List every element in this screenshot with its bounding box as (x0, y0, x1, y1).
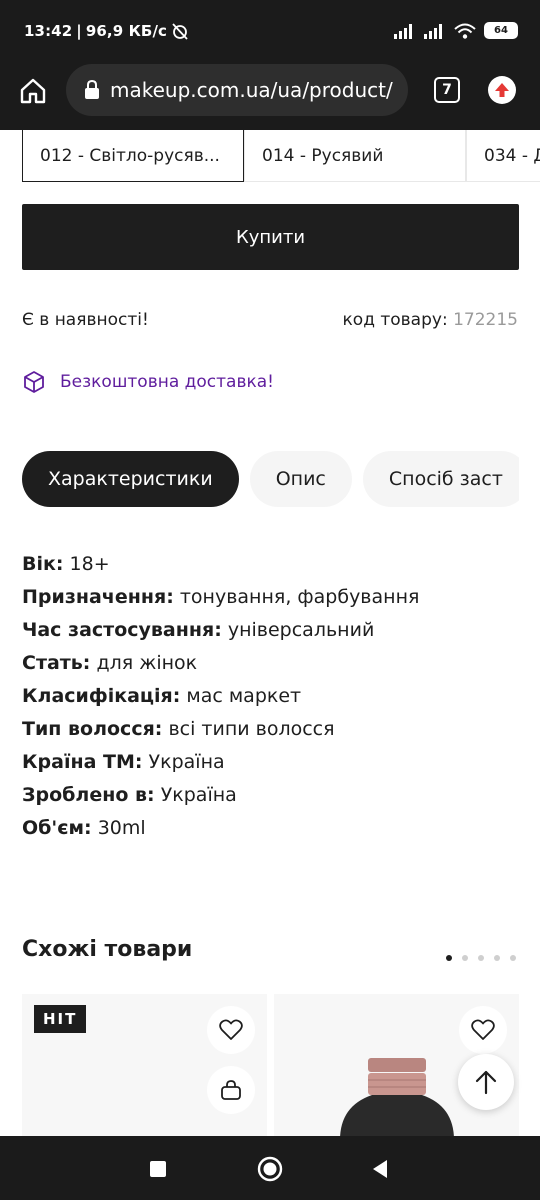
triangle-back-icon (373, 1160, 387, 1178)
characteristic-row: Зроблено в: Україна (22, 779, 419, 812)
carousel-dot[interactable] (494, 955, 500, 961)
characteristic-row: Вік: 18+ (22, 548, 419, 581)
characteristic-value: мас маркет (186, 685, 302, 707)
tab-usage[interactable]: Спосіб заст (362, 451, 519, 507)
characteristic-row: Час застосування: універсальний (22, 614, 419, 647)
box-icon (24, 371, 44, 393)
home-icon (20, 78, 46, 104)
characteristic-value: Україна (160, 784, 237, 806)
characteristic-key: Тип волосся: (22, 718, 163, 740)
characteristic-value: універсальний (227, 619, 375, 641)
characteristic-key: Час застосування: (22, 619, 222, 641)
shade-option[interactable]: 034 - Д (466, 130, 540, 182)
characteristic-key: Призначення: (22, 586, 174, 608)
add-to-cart-button[interactable] (207, 1066, 255, 1114)
hit-badge: HIT (34, 1005, 87, 1033)
carousel-pagination (446, 955, 516, 961)
shade-option[interactable]: 012 - Світло-русяв... (22, 130, 244, 182)
wifi-icon (454, 23, 476, 39)
tab-characteristics[interactable]: Характеристики (22, 451, 239, 507)
lock-icon (85, 80, 99, 99)
free-delivery-link[interactable]: Безкоштовна доставка! (22, 370, 274, 394)
square-icon (150, 1161, 166, 1177)
characteristic-value: для жінок (96, 652, 198, 674)
arrow-up-icon (495, 83, 509, 97)
update-button[interactable] (488, 76, 516, 104)
characteristic-row: Тип волосся: всі типи волосся (22, 713, 419, 746)
shade-selector: 012 - Світло-русяв... 014 - Русявий 034 … (22, 130, 540, 182)
characteristic-row: Призначення: тонування, фарбування (22, 581, 419, 614)
product-card[interactable]: HIT (22, 994, 267, 1140)
signal-icon (424, 23, 442, 39)
browser-toolbar: makeup.com.ua/ua/product/ 7 (0, 64, 540, 130)
carousel-dot[interactable] (462, 955, 468, 961)
recent-apps-button[interactable] (145, 1156, 171, 1182)
shopping-bag-icon (221, 1080, 241, 1100)
characteristic-row: Країна ТМ: Україна (22, 746, 419, 779)
characteristic-key: Зроблено в: (22, 784, 155, 806)
circle-icon (257, 1156, 283, 1182)
status-network-speed: 96,9 КБ/с (85, 22, 168, 40)
arrow-up-icon (475, 1070, 497, 1095)
characteristic-value: тонування, фарбування (179, 586, 420, 608)
battery-icon: 64 (484, 22, 518, 39)
characteristic-row: Об'єм: 30ml (22, 812, 419, 845)
characteristic-row: Класифікація: мас маркет (22, 680, 419, 713)
wishlist-button[interactable] (207, 1006, 255, 1054)
carousel-dot[interactable] (478, 955, 484, 961)
characteristic-value: Україна (148, 751, 225, 773)
carousel-dot[interactable] (510, 955, 516, 961)
product-code-value: 172215 (453, 310, 518, 330)
home-button[interactable] (18, 76, 48, 106)
characteristic-key: Об'єм: (22, 817, 92, 839)
url-text: makeup.com.ua/ua/product/ (110, 78, 393, 102)
heart-icon (219, 1019, 243, 1040)
shade-option[interactable]: 014 - Русявий (244, 130, 466, 182)
address-bar[interactable]: makeup.com.ua/ua/product/ (66, 64, 408, 116)
product-code-label: код товару: (342, 310, 448, 330)
characteristic-value: 18+ (69, 553, 110, 575)
scroll-to-top-button[interactable] (458, 1054, 514, 1110)
characteristic-row: Стать: для жінок (22, 647, 419, 680)
home-nav-button[interactable] (257, 1156, 283, 1182)
back-button[interactable] (367, 1156, 393, 1182)
characteristics-list: Вік: 18+ Призначення: тонування, фарбува… (22, 548, 419, 845)
tab-description[interactable]: Опис (249, 451, 352, 507)
system-navigation-bar (0, 1136, 540, 1200)
characteristic-key: Стать: (22, 652, 91, 674)
similar-products-title: Схожі товари (22, 937, 193, 962)
status-bar: 13:42 | 96,9 КБ/с 64 (0, 0, 540, 64)
info-tabs: Характеристики Опис Спосіб заст (22, 451, 519, 507)
alarm-off-icon (172, 23, 188, 40)
characteristic-value: всі типи волосся (168, 718, 335, 740)
stock-status: Є в наявності! (22, 310, 149, 330)
signal-icon (394, 23, 412, 39)
tab-switcher-button[interactable]: 7 (434, 77, 460, 103)
carousel-dot[interactable] (446, 955, 452, 961)
characteristic-key: Вік: (22, 553, 64, 575)
buy-button[interactable]: Купити (22, 204, 519, 270)
characteristic-value: 30ml (97, 817, 146, 839)
characteristic-key: Країна ТМ: (22, 751, 143, 773)
characteristic-key: Класифікація: (22, 685, 181, 707)
product-code: код товару: 172215 (343, 310, 518, 330)
status-time: 13:42 (24, 22, 73, 40)
free-delivery-label: Безкоштовна доставка! (60, 372, 274, 392)
